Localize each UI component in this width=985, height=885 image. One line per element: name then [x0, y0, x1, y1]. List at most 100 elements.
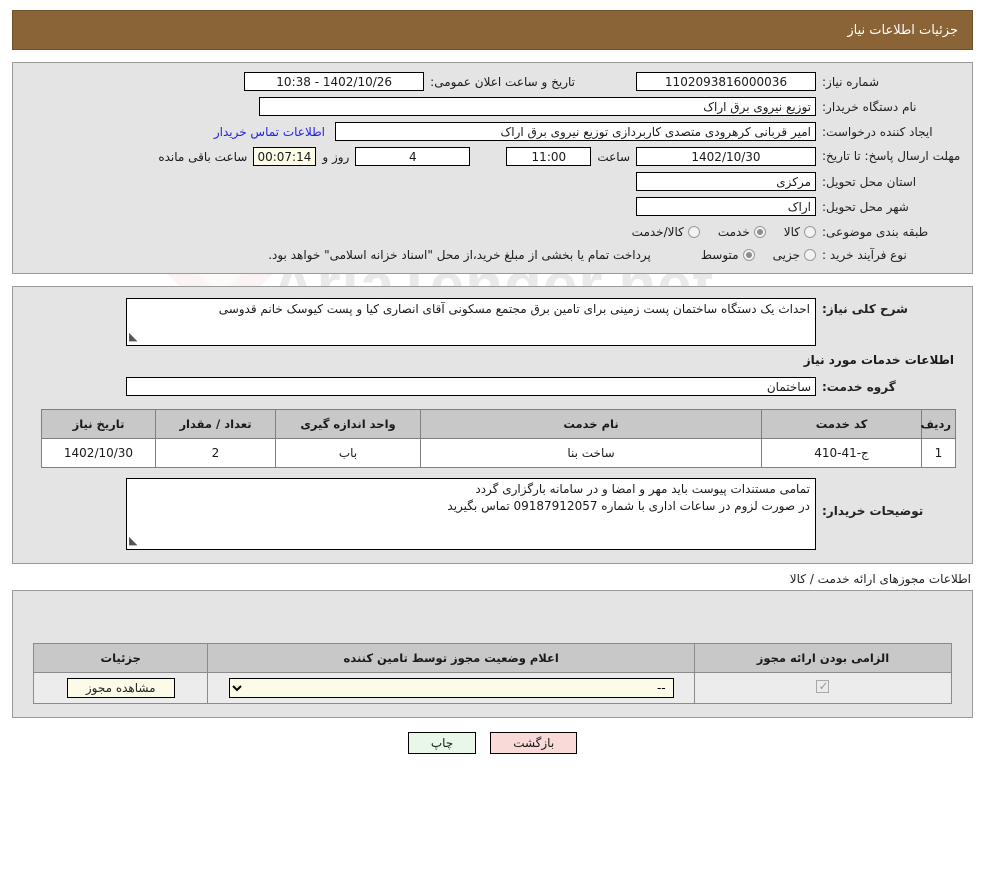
row-need-number: شماره نیاز: 1102093816000036 تاریخ و ساع… — [13, 69, 972, 94]
permit-required-checkbox — [816, 679, 830, 693]
days-left-value: 4 — [355, 147, 471, 166]
col-qty: تعداد / مقدار — [155, 409, 276, 439]
timer-suffix-label: ساعت باقی مانده — [158, 149, 248, 164]
cell-permit-status: -- — [207, 672, 695, 704]
col-unit: واحد اندازه گیری — [275, 409, 421, 439]
permits-table-header-row: الزامی بودن ارائه مجوز اعلام وضعیت مجوز … — [32, 643, 953, 673]
row-city: شهر محل تحویل: اراک — [13, 194, 972, 219]
permits-section-label: اطلاعات مجوزهای ارائه خدمت / کالا — [789, 572, 971, 586]
days-word-label: روز و — [322, 149, 350, 164]
permits-table: الزامی بودن ارائه مجوز اعلام وضعیت مجوز … — [32, 643, 953, 704]
services-table: ردیف کد خدمت نام خدمت واحد اندازه گیری ت… — [41, 409, 956, 468]
row-overview: شرح کلی نیاز: احداث یک دستگاه ساختمان پس… — [13, 295, 972, 349]
col-permit-required: الزامی بودن ارائه مجوز — [693, 643, 953, 673]
cell-name: ساخت بنا — [420, 438, 762, 468]
col-row: ردیف — [920, 409, 956, 439]
buyer-notes-textarea[interactable]: تمامی مستندات پیوست باید مهر و امضا و در… — [126, 478, 816, 550]
city-label: شهر محل تحویل: — [822, 199, 909, 214]
buyer-org-label: نام دستگاه خریدار: — [822, 99, 917, 114]
permits-panel: الزامی بودن ارائه مجوز اعلام وضعیت مجوز … — [12, 590, 973, 718]
row-category: طبقه بندی موضوعی: کالا خدمت کالا/خدمت — [13, 219, 972, 242]
radio-category-khedmat[interactable]: خدمت — [718, 225, 766, 239]
cell-unit: باب — [275, 438, 421, 468]
buyer-org-value: توزیع نیروی برق اراک — [259, 97, 816, 116]
row-buyer-org: نام دستگاه خریدار: توزیع نیروی برق اراک — [13, 94, 972, 119]
radio-khedmat-label: خدمت — [717, 225, 750, 239]
row-creator: ایجاد کننده درخواست: امیر قربانی کرهرودی… — [13, 119, 972, 144]
col-name: نام خدمت — [420, 409, 762, 439]
view-permit-button[interactable]: مشاهده مجوز — [66, 678, 175, 698]
page-root: جزئیات اطلاعات نیاز شماره نیاز: 11020938… — [0, 10, 985, 754]
buyer-contact-link[interactable]: اطلاعات تماس خریدار — [214, 125, 325, 139]
page-title: جزئیات اطلاعات نیاز — [847, 22, 958, 38]
overview-label: شرح کلی نیاز: — [822, 302, 908, 316]
summary-panel: شماره نیاز: 1102093816000036 تاریخ و ساع… — [12, 62, 973, 274]
row-province: استان محل تحویل: مرکزی — [13, 169, 972, 194]
col-permit-status: اعلام وضعیت مجوز توسط تامین کننده — [207, 643, 695, 673]
deadline-label: مهلت ارسال پاسخ: تا تاریخ: — [822, 149, 961, 163]
province-label: استان محل تحویل: — [822, 174, 917, 189]
radio-category-kala-khedmat[interactable]: کالا/خدمت — [632, 225, 700, 239]
page-header-bar: جزئیات اطلاعات نیاز — [12, 10, 973, 50]
row-deadline: مهلت ارسال پاسخ: تا تاریخ: 1402/10/30 سا… — [13, 144, 972, 169]
province-value: مرکزی — [636, 172, 816, 191]
services-table-header-row: ردیف کد خدمت نام خدمت واحد اندازه گیری ت… — [41, 409, 956, 439]
table-row: -- مشاهده مجوز — [32, 672, 953, 704]
table-row: 1 ج-41-410 ساخت بنا باب 2 1402/10/30 — [41, 438, 956, 468]
radio-jozei-icon[interactable] — [804, 249, 816, 261]
city-value: اراک — [636, 197, 816, 216]
back-button[interactable]: بازگشت — [490, 732, 578, 754]
radio-khedmat-icon[interactable] — [753, 226, 766, 238]
radio-motavaset-icon[interactable] — [742, 249, 755, 261]
row-buyer-notes: توضیحات خریدار: تمامی مستندات پیوست باید… — [13, 468, 972, 553]
process-note: پرداخت تمام یا بخشی از مبلغ خرید،از محل … — [268, 248, 651, 262]
col-permit-details: جزئیات — [32, 643, 209, 673]
radio-process-motavaset[interactable]: متوسط — [701, 248, 755, 262]
creator-value: امیر قربانی کرهرودی متصدی کاربردازی توزی… — [335, 122, 816, 141]
overview-textarea[interactable]: احداث یک دستگاه ساختمان پست زمینی برای ت… — [126, 298, 816, 346]
permits-table-wrap: الزامی بودن ارائه مجوز اعلام وضعیت مجوز … — [32, 643, 953, 704]
radio-jozei-label: جزیی — [772, 248, 800, 262]
creator-label: ایجاد کننده درخواست: — [822, 124, 933, 139]
radio-kala-icon[interactable] — [804, 226, 816, 238]
deadline-date-value: 1402/10/30 — [636, 147, 816, 166]
resize-grip-icon[interactable]: ◢ — [129, 328, 137, 345]
service-group-value: ساختمان — [126, 377, 816, 396]
need-number-value: 1102093816000036 — [636, 72, 816, 91]
radio-kala-label: کالا — [783, 225, 800, 239]
cell-row: 1 — [921, 438, 956, 468]
services-table-wrap: ردیف کد خدمت نام خدمت واحد اندازه گیری ت… — [13, 399, 972, 468]
cell-date: 1402/10/30 — [41, 438, 156, 468]
details-panel: شرح کلی نیاز: احداث یک دستگاه ساختمان پس… — [12, 286, 973, 564]
deadline-hour-label: ساعت — [597, 149, 630, 164]
cell-permit-details: مشاهده مجوز — [32, 672, 209, 704]
announce-label: تاریخ و ساعت اعلان عمومی: — [430, 74, 575, 89]
resize-grip-icon[interactable]: ◢ — [129, 532, 137, 549]
radio-kala-khedmat-icon[interactable] — [687, 226, 700, 238]
buyer-notes-line-2: در صورت لزوم در ساعات اداری با شماره 091… — [447, 499, 810, 513]
buyer-notes-line-1: تمامی مستندات پیوست باید مهر و امضا و در… — [475, 482, 810, 496]
row-process-type: نوع فرآیند خرید : جزیی متوسط پرداخت تمام… — [13, 242, 972, 265]
radio-kala-khedmat-label: کالا/خدمت — [631, 225, 684, 239]
announce-value: 1402/10/26 - 10:38 — [244, 72, 425, 91]
radio-motavaset-label: متوسط — [700, 248, 739, 262]
buyer-notes-label: توضیحات خریدار: — [822, 504, 924, 518]
permit-status-select[interactable]: -- — [228, 678, 674, 698]
need-number-label: شماره نیاز: — [822, 74, 879, 89]
process-label: نوع فرآیند خرید : — [822, 248, 907, 262]
row-service-group: گروه خدمت: ساختمان — [13, 369, 972, 399]
radio-process-jozei[interactable]: جزیی — [773, 248, 816, 262]
print-button[interactable]: چاپ — [407, 732, 477, 754]
cell-code: ج-41-410 — [761, 438, 922, 468]
cell-qty: 2 — [155, 438, 276, 468]
footer-actions: بازگشت چاپ — [0, 732, 985, 754]
cell-permit-required — [693, 672, 953, 704]
deadline-hour-value: 11:00 — [506, 147, 592, 166]
overview-text: احداث یک دستگاه ساختمان پست زمینی برای ت… — [218, 302, 810, 316]
radio-category-kala[interactable]: کالا — [784, 225, 816, 239]
category-label: طبقه بندی موضوعی: — [822, 225, 929, 239]
col-date: تاریخ نیاز — [41, 409, 156, 439]
services-section-title: اطلاعات خدمات مورد نیاز — [803, 353, 954, 367]
service-group-label: گروه خدمت: — [822, 379, 896, 394]
col-code: کد خدمت — [761, 409, 922, 439]
